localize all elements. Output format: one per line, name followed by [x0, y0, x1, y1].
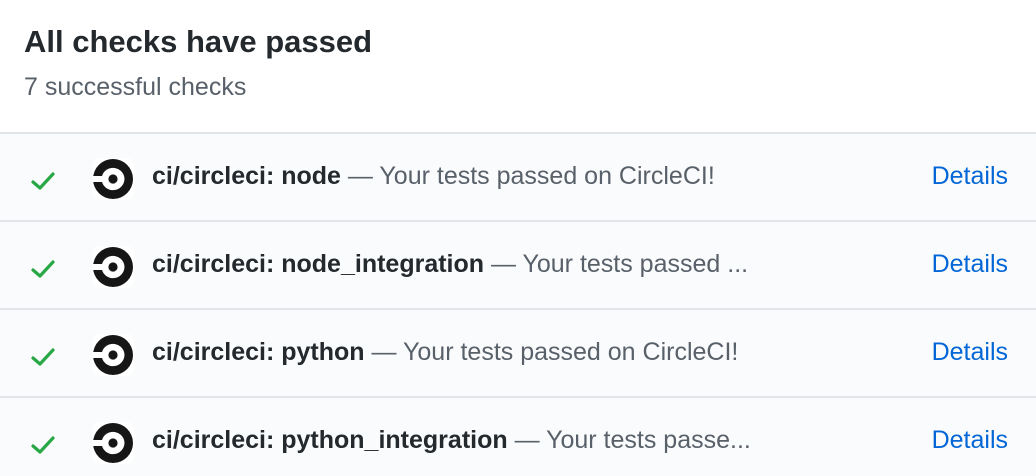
checks-title: All checks have passed: [24, 24, 373, 59]
check-separator: —: [507, 426, 547, 454]
details-link[interactable]: Details: [932, 335, 1008, 369]
circleci-icon[interactable]: [92, 158, 134, 200]
check-text: ci/circleci: python_integration — Your t…: [152, 423, 751, 457]
check-row-node: ci/circleci: node — Your tests passed on…: [0, 134, 1036, 222]
checks-panel: All checks have passed 7 successful chec…: [0, 0, 1036, 476]
check-text: ci/circleci: python — Your tests passed …: [152, 335, 738, 369]
checks-list: ci/circleci: node — Your tests passed on…: [0, 134, 1036, 476]
check-row-node-integration: ci/circleci: node_integration — Your tes…: [0, 222, 1036, 310]
circleci-icon[interactable]: [92, 246, 134, 288]
check-icon: [31, 348, 55, 366]
circleci-icon[interactable]: [92, 334, 134, 376]
checks-subtitle: 7 successful checks: [24, 73, 247, 101]
check-icon: [31, 172, 55, 190]
check-description: Your tests passe...: [546, 426, 751, 454]
checks-summary-header: All checks have passed 7 successful chec…: [0, 0, 1036, 134]
details-link[interactable]: Details: [932, 159, 1008, 193]
details-link[interactable]: Details: [932, 247, 1008, 281]
check-separator: —: [484, 250, 523, 278]
check-text: ci/circleci: node — Your tests passed on…: [152, 159, 715, 193]
check-context: ci/circleci: python_integration: [152, 426, 508, 454]
details-link[interactable]: Details: [932, 423, 1008, 457]
check-row-python-integration: ci/circleci: python_integration — Your t…: [0, 398, 1036, 476]
check-context: ci/circleci: node_integration: [152, 250, 485, 278]
check-description: Your tests passed on CircleCI!: [379, 162, 715, 190]
check-description: Your tests passed on CircleCI!: [403, 338, 739, 366]
check-context: ci/circleci: python: [152, 338, 365, 366]
check-separator: —: [364, 338, 404, 366]
check-separator: —: [340, 162, 380, 190]
check-row-python: ci/circleci: python — Your tests passed …: [0, 310, 1036, 398]
check-description: Your tests passed ...: [522, 250, 749, 278]
check-context: ci/circleci: node: [152, 162, 341, 190]
check-icon: [31, 260, 55, 278]
check-text: ci/circleci: node_integration — Your tes…: [152, 247, 748, 281]
circleci-icon[interactable]: [92, 422, 134, 464]
check-icon: [31, 436, 55, 454]
